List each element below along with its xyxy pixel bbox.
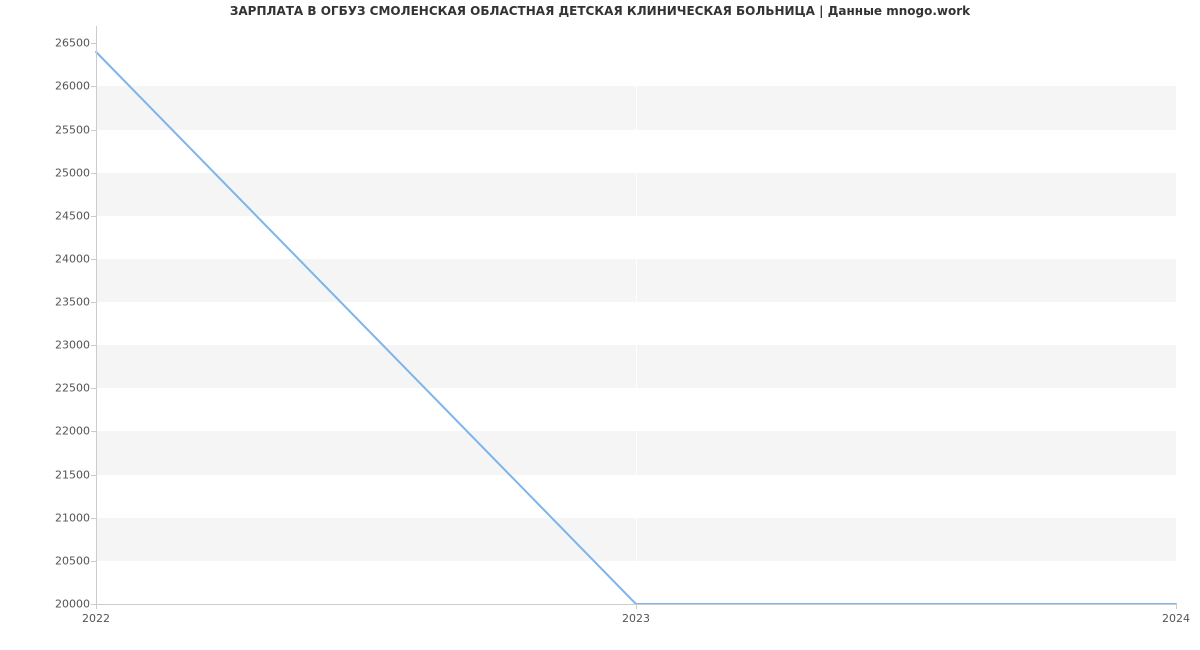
y-tick-mark [91, 259, 96, 260]
y-tick-label: 22500 [10, 382, 90, 395]
chart-container: ЗАРПЛАТА В ОГБУЗ СМОЛЕНСКАЯ ОБЛАСТНАЯ ДЕ… [0, 0, 1200, 650]
gridline-x [1176, 26, 1177, 604]
y-tick-label: 21500 [10, 468, 90, 481]
y-tick-mark [91, 518, 96, 519]
y-tick-label: 23500 [10, 296, 90, 309]
y-tick-mark [91, 388, 96, 389]
y-tick-mark [91, 173, 96, 174]
y-tick-mark [91, 345, 96, 346]
y-tick-mark [91, 216, 96, 217]
y-tick-label: 26000 [10, 80, 90, 93]
y-tick-label: 20500 [10, 554, 90, 567]
y-tick-mark [91, 43, 96, 44]
y-tick-mark [91, 475, 96, 476]
x-tick-mark [1176, 604, 1177, 609]
y-tick-label: 23000 [10, 339, 90, 352]
y-tick-mark [91, 86, 96, 87]
y-tick-label: 25000 [10, 166, 90, 179]
chart-title: ЗАРПЛАТА В ОГБУЗ СМОЛЕНСКАЯ ОБЛАСТНАЯ ДЕ… [0, 4, 1200, 18]
y-axis-line [96, 26, 97, 604]
y-tick-mark [91, 130, 96, 131]
y-tick-label: 22000 [10, 425, 90, 438]
y-tick-label: 20000 [10, 598, 90, 611]
y-tick-label: 25500 [10, 123, 90, 136]
x-tick-mark [96, 604, 97, 609]
plot-area [96, 26, 1176, 604]
x-tick-mark [636, 604, 637, 609]
y-tick-label: 21000 [10, 511, 90, 524]
y-tick-label: 24500 [10, 209, 90, 222]
y-tick-label: 26500 [10, 37, 90, 50]
x-tick-label: 2024 [1162, 612, 1190, 625]
x-tick-label: 2023 [622, 612, 650, 625]
x-tick-label: 2022 [82, 612, 110, 625]
y-tick-mark [91, 431, 96, 432]
y-tick-label: 24000 [10, 252, 90, 265]
data-line [96, 26, 1176, 604]
y-tick-mark [91, 302, 96, 303]
y-tick-mark [91, 561, 96, 562]
